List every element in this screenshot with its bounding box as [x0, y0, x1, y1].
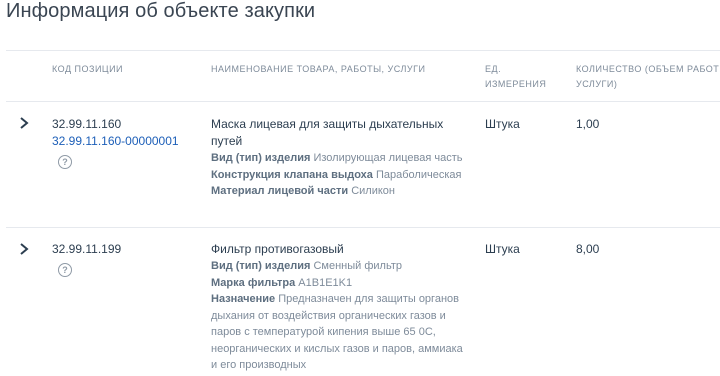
- column-header-unit-line2: ИЗМЕРЕНИЯ: [485, 79, 547, 89]
- item-attribute: Материал лицевой части Силикон: [211, 183, 471, 200]
- attribute-label: Материал лицевой части: [211, 185, 349, 197]
- column-header-quantity: КОЛИЧЕСТВО (ОБЪЕМ РАБОТЫ, УСЛУГИ): [576, 62, 720, 92]
- item-attribute: Конструкция клапана выдоха Параболическа…: [211, 167, 471, 184]
- page-title: Информация об объекте закупки: [6, 0, 316, 22]
- expand-chevron-icon[interactable]: [18, 116, 30, 130]
- question-circle-icon[interactable]: ?: [58, 263, 72, 277]
- item-name-cell: Фильтр противогазовый Вид (тип) изделия …: [211, 241, 476, 374]
- attribute-value: A1B1E1K1: [298, 276, 353, 289]
- column-header-name: НАИМЕНОВАНИЕ ТОВАРА, РАБОТЫ, УСЛУГИ: [211, 64, 426, 74]
- column-header-quantity-line2: УСЛУГИ): [576, 79, 618, 89]
- attribute-description-line: неорганических и кислых газов и паров, а…: [211, 342, 463, 355]
- attribute-label: Конструкция клапана выдоха: [211, 168, 373, 181]
- position-code: 32.99.11.160: [52, 117, 122, 131]
- attribute-value: Сменный фильтр: [313, 260, 403, 272]
- column-header-quantity-line1: КОЛИЧЕСТВО (ОБЪЕМ РАБОТЫ,: [576, 64, 720, 74]
- position-code-link[interactable]: 32.99.11.160-00000001: [52, 133, 179, 150]
- question-circle-icon[interactable]: ?: [58, 155, 72, 169]
- header-bottom-divider: [6, 101, 720, 102]
- column-header-unit-line1: ЕД.: [485, 64, 502, 74]
- item-attribute: Назначение Предназначен для защиты орган…: [211, 291, 476, 308]
- header-top-divider: [6, 50, 720, 51]
- attribute-label: Вид (тип) изделия: [211, 152, 311, 164]
- column-header-code: КОД ПОЗИЦИИ: [52, 64, 124, 74]
- position-code-cell: 32.99.11.199 ?: [52, 241, 121, 278]
- attribute-description-line: дыхания от воздействия органических газо…: [211, 309, 446, 322]
- item-attribute: Вид (тип) изделия Сменный фильтр: [211, 258, 476, 275]
- attribute-description-line: и его производных: [211, 359, 307, 371]
- quantity-cell: 1,00: [576, 117, 600, 131]
- attribute-value: Параболическая: [376, 168, 462, 181]
- attribute-value: Силикон: [351, 185, 395, 197]
- unit-cell: Штука: [485, 242, 520, 256]
- attribute-description-line: паров с температурой кипения выше 65 0С,: [211, 326, 436, 338]
- item-name-cell: Маска лицевая для защиты дыхательных пут…: [211, 116, 471, 200]
- attribute-value: Изолирующая лицевая часть: [313, 152, 463, 164]
- item-name-line1: Маска лицевая для защиты дыхательных: [211, 117, 444, 131]
- attribute-value: Предназначен для защиты органов: [278, 293, 459, 305]
- row-divider: [6, 227, 720, 228]
- position-code: 32.99.11.199: [52, 242, 122, 256]
- item-attribute: Марка фильтра A1B1E1K1: [211, 275, 476, 292]
- unit-cell: Штука: [485, 117, 520, 131]
- item-name-line1: Фильтр противогазовый: [211, 242, 344, 256]
- quantity-cell: 8,00: [576, 242, 600, 256]
- position-code-cell: 32.99.11.160 32.99.11.160-00000001 ?: [52, 116, 179, 170]
- column-header-unit: ЕД. ИЗМЕРЕНИЯ: [485, 62, 546, 92]
- attribute-label: Вид (тип) изделия: [211, 260, 311, 272]
- expand-chevron-icon[interactable]: [18, 242, 30, 256]
- attribute-label: Назначение: [211, 293, 276, 305]
- item-name-line2: путей: [211, 134, 243, 148]
- attribute-label: Марка фильтра: [211, 276, 296, 289]
- item-attribute: Вид (тип) изделия Изолирующая лицевая ча…: [211, 150, 471, 167]
